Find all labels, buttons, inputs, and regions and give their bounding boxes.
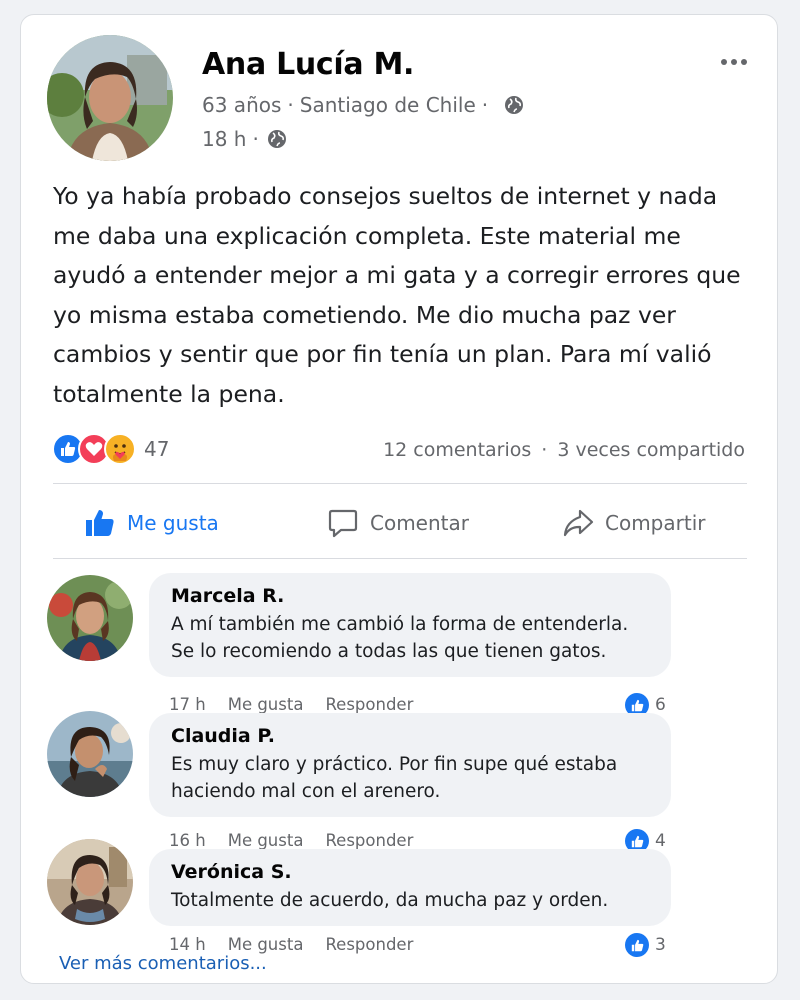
comment-likes-count: 3 <box>655 935 666 955</box>
divider <box>53 558 747 559</box>
comment-like-button[interactable]: Me gusta <box>228 831 304 850</box>
author-avatar[interactable] <box>47 35 173 161</box>
comment-time[interactable]: 14 h <box>169 935 206 954</box>
reactions-summary[interactable]: 47 <box>52 433 169 465</box>
share-button[interactable]: Compartir <box>561 503 705 543</box>
author-age: 63 años <box>202 93 282 117</box>
comment-footer: 16 h Me gusta Responder <box>169 831 413 850</box>
meta-separator: · <box>481 93 489 117</box>
share-label: Compartir <box>605 511 706 535</box>
commenter-avatar[interactable] <box>47 711 133 797</box>
post-time[interactable]: 18 h <box>202 127 246 151</box>
commenter-name[interactable]: Verónica S. <box>171 861 649 883</box>
globe-icon <box>267 129 287 149</box>
comment-likes[interactable]: 3 <box>625 933 666 957</box>
comment-reply-button[interactable]: Responder <box>325 831 413 850</box>
commenter-avatar[interactable] <box>47 839 133 925</box>
author-meta: 63 años · Santiago de Chile · <box>202 93 524 117</box>
post-stats: 12 comentarios · 3 veces compartido <box>383 439 745 461</box>
comment-bubble: Claudia P. Es muy claro y práctico. Por … <box>149 713 671 817</box>
shares-count[interactable]: 3 veces compartido <box>557 439 745 461</box>
comment-like-button[interactable]: Me gusta <box>228 695 304 714</box>
author-location: Santiago de Chile <box>299 93 476 117</box>
like-label: Me gusta <box>127 511 219 535</box>
see-more-comments-link[interactable]: Ver más comentarios... <box>59 953 267 974</box>
author-name[interactable]: Ana Lucía M. <box>202 47 414 82</box>
globe-icon <box>504 95 524 115</box>
comment-time[interactable]: 16 h <box>169 831 206 850</box>
comment-time[interactable]: 17 h <box>169 695 206 714</box>
reactions-count: 47 <box>144 437 170 461</box>
more-options-icon[interactable] <box>721 59 747 65</box>
commenter-avatar[interactable] <box>47 575 133 661</box>
meta-separator: · <box>287 93 294 117</box>
comment-likes-count: 6 <box>655 695 666 715</box>
thumbs-up-icon <box>83 506 117 540</box>
comment-likes-count: 4 <box>655 831 666 851</box>
post-card: Ana Lucía M. 63 años · Santiago de Chile… <box>20 14 778 984</box>
care-reaction-icon <box>104 433 136 465</box>
comment-icon <box>326 506 360 540</box>
comment-text: Es muy claro y práctico. Por fin supe qu… <box>171 754 618 802</box>
comment-like-button[interactable]: Me gusta <box>228 935 304 954</box>
like-reaction-icon <box>625 933 649 957</box>
comment-text: Totalmente de acuerdo, da mucha paz y or… <box>171 890 609 911</box>
comments-count[interactable]: 12 comentarios <box>383 439 531 461</box>
comment-bubble: Verónica S. Totalmente de acuerdo, da mu… <box>149 849 671 926</box>
comment-footer: 17 h Me gusta Responder <box>169 695 413 714</box>
meta-separator: · <box>252 127 259 151</box>
comment-label: Comentar <box>370 511 469 535</box>
divider <box>53 483 747 484</box>
comment-button[interactable]: Comentar <box>326 503 469 543</box>
comment-bubble: Marcela R. A mí también me cambió la for… <box>149 573 671 677</box>
like-button[interactable]: Me gusta <box>83 503 219 543</box>
comment-text: A mí también me cambió la forma de enten… <box>171 614 629 662</box>
stats-separator: · <box>541 439 548 461</box>
comment-footer: 14 h Me gusta Responder <box>169 935 413 954</box>
commenter-name[interactable]: Claudia P. <box>171 725 649 747</box>
comment-reply-button[interactable]: Responder <box>325 695 413 714</box>
post-time-row: 18 h · <box>202 127 287 151</box>
commenter-name[interactable]: Marcela R. <box>171 585 649 607</box>
comment-reply-button[interactable]: Responder <box>325 935 413 954</box>
share-icon <box>561 506 595 540</box>
post-text: Yo ya había probado consejos sueltos de … <box>53 182 741 408</box>
